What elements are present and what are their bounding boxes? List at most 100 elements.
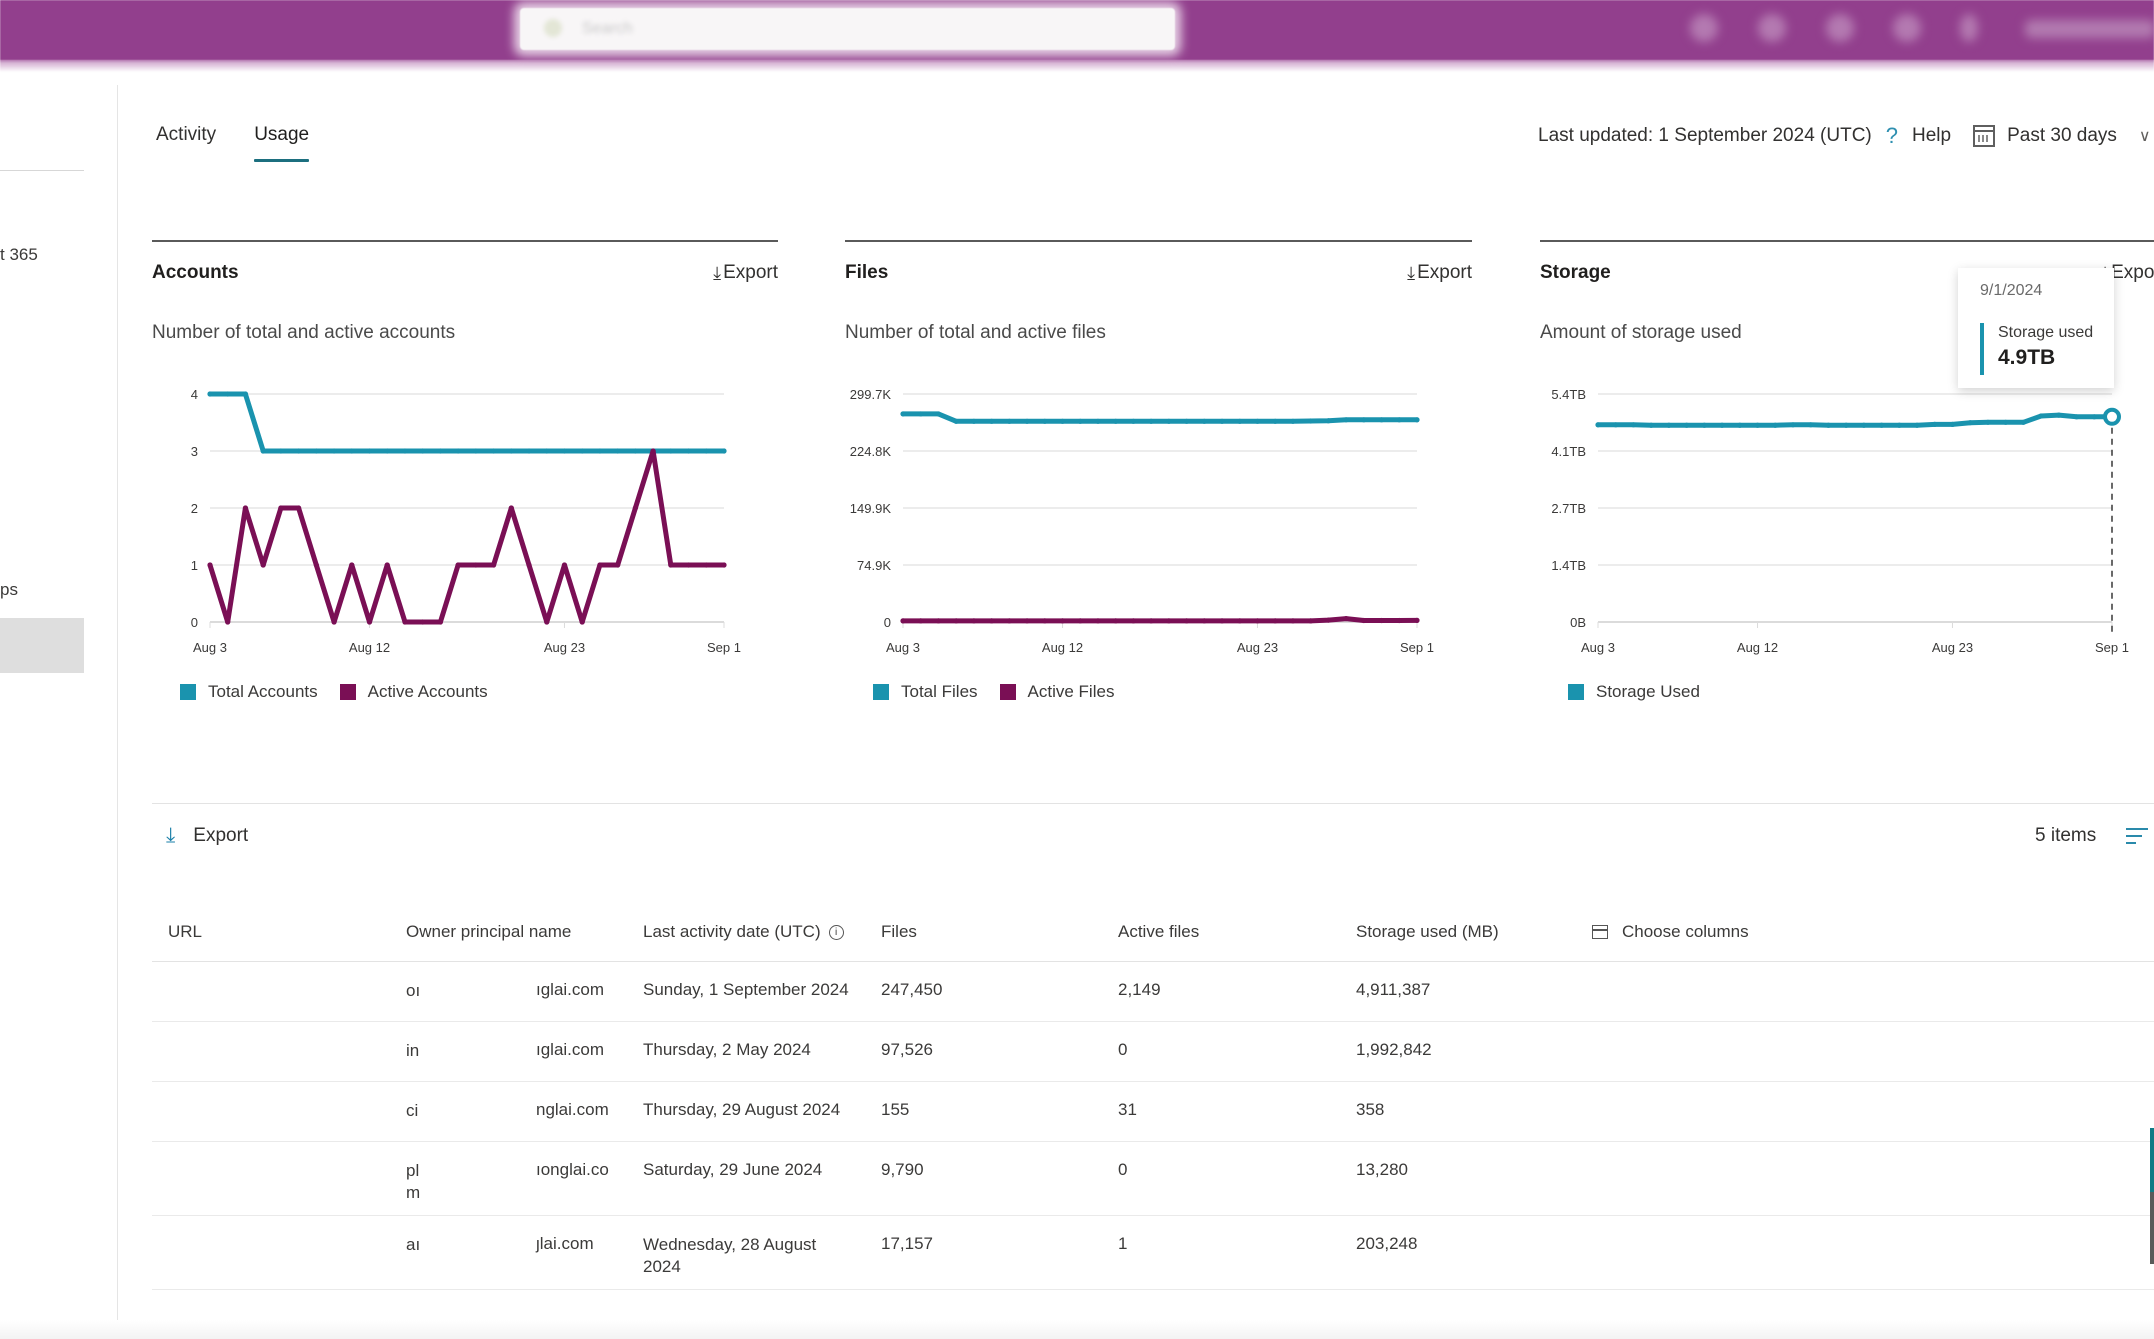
sidebar-item[interactable]: t 365	[0, 245, 38, 265]
table-row[interactable]: ci nglai.com Thursday, 29 August 2024 155 31…	[152, 1082, 2154, 1142]
y-tick-label: 4	[191, 387, 198, 402]
tab-activity[interactable]: Activity	[156, 124, 216, 162]
export-button[interactable]: ⤓Export	[1407, 262, 1472, 284]
sidebar-item[interactable]: ps	[0, 580, 18, 600]
help-icon[interactable]: ?	[1886, 123, 1898, 149]
legend-swatch	[873, 684, 889, 700]
card-rule	[1540, 240, 2154, 242]
data-point	[650, 448, 656, 454]
storage-chart: 0B 1.4TB 2.7TB 4.1TB 5.4TB Aug 3 Aug 12 Aug 23 S…	[1551, 387, 2129, 655]
data-point	[1042, 618, 1048, 624]
data-point	[331, 448, 337, 454]
data-point	[242, 505, 249, 511]
data-point	[1378, 417, 1385, 423]
app-icon[interactable]	[1690, 14, 1718, 42]
files-cell: 97,526	[881, 1040, 933, 1059]
data-point	[579, 448, 585, 454]
legend-item[interactable]: Active Files	[999, 682, 1115, 702]
export-button[interactable]: ⤓Export	[713, 262, 778, 284]
owner-cell-domain: ıglai.com	[536, 980, 605, 999]
table-export-button[interactable]: ⤓ Export	[166, 824, 248, 848]
active-files-cell: 0	[1118, 1160, 1128, 1179]
chart-legend: Storage Used	[1568, 682, 1700, 702]
tab-usage[interactable]: Usage	[254, 124, 309, 162]
filter-icon[interactable]	[2126, 828, 2148, 846]
search-box[interactable]: Search	[520, 8, 1175, 50]
data-point	[1254, 418, 1261, 424]
legend-item[interactable]: Active Accounts	[339, 682, 488, 702]
y-tick-label: 2	[191, 501, 198, 516]
data-point	[703, 562, 709, 568]
column-header-url[interactable]: URL	[168, 922, 202, 942]
data-point	[1006, 418, 1012, 424]
series-line-active-files	[900, 616, 1420, 624]
column-header-last-activity[interactable]: Last activity date (UTC) i	[643, 922, 844, 942]
data-point	[349, 448, 355, 454]
chevron-down-icon[interactable]: ∨	[2139, 126, 2151, 146]
choose-columns-button[interactable]: Choose columns	[1592, 922, 1749, 942]
data-point	[313, 562, 319, 568]
y-tick-label: 1.4TB	[1551, 558, 1586, 573]
card-title: Files	[845, 262, 889, 283]
data-point	[561, 448, 568, 454]
table-body: oı ıglai.com Sunday, 1 September 2024 247,4…	[152, 962, 2154, 1290]
active-files-cell: 31	[1118, 1100, 1137, 1119]
data-point	[1219, 618, 1225, 624]
data-point	[331, 619, 337, 625]
info-icon[interactable]: i	[828, 924, 844, 940]
active-files-cell: 1	[1118, 1234, 1128, 1253]
settings-icon[interactable]	[1826, 14, 1854, 42]
data-point	[1914, 422, 1920, 428]
table-row[interactable]: pl m ıonglai.co Saturday, 29 June 2024 9,79…	[152, 1142, 2154, 1216]
data-point	[1183, 618, 1190, 624]
series-line-total-accounts	[207, 391, 727, 454]
help-link[interactable]: Help	[1912, 125, 1951, 147]
column-header-active-files[interactable]: Active files	[1118, 922, 1199, 942]
legend-item[interactable]: Storage Used	[1568, 682, 1700, 702]
x-tick-label: Aug 3	[1581, 640, 1615, 655]
legend-label: Active Files	[1027, 682, 1115, 701]
data-point	[561, 562, 568, 568]
account-name[interactable]	[2025, 20, 2154, 38]
data-point	[260, 448, 266, 454]
column-header-storage[interactable]: Storage used (MB)	[1356, 922, 1499, 942]
data-point	[1414, 417, 1420, 423]
data-point	[668, 448, 674, 454]
files-cell: 155	[881, 1100, 910, 1119]
help-icon[interactable]	[1893, 14, 1921, 42]
legend-item[interactable]: Total Accounts	[180, 682, 318, 702]
legend-item[interactable]: Total Files	[873, 682, 978, 702]
data-point	[1684, 422, 1690, 428]
table-row[interactable]: aı ȷlai.com Wednesday, 28 August 2024 17,15…	[152, 1216, 2154, 1290]
data-point	[1059, 418, 1066, 424]
table-row[interactable]: oı ıglai.com Sunday, 1 September 2024 247,4…	[152, 962, 2154, 1022]
owner-cell: pl m	[406, 1161, 420, 1202]
data-point	[615, 562, 621, 568]
y-tick-label: 2.7TB	[1551, 501, 1586, 516]
data-point	[1308, 418, 1314, 424]
tab-bar: Activity Usage	[156, 124, 309, 162]
last-activity-cell: Sunday, 1 September 2024	[643, 980, 849, 999]
y-tick-label: 0	[884, 615, 891, 630]
data-point	[420, 448, 426, 454]
storage-cell: 1,992,842	[1356, 1040, 1432, 1059]
data-point	[1325, 418, 1331, 424]
export-label: Export	[723, 262, 778, 283]
column-header-owner[interactable]: Owner principal name	[406, 922, 571, 942]
data-point	[1290, 418, 1296, 424]
x-tick-label: Aug 3	[193, 640, 227, 655]
data-point	[278, 448, 284, 454]
data-point	[918, 618, 924, 624]
data-point	[544, 619, 550, 625]
column-header-files[interactable]: Files	[881, 922, 917, 942]
card-subtitle: Amount of storage used	[1540, 322, 1742, 343]
table-row[interactable]: in ıglai.com Thursday, 2 May 2024 97,526 0 1,…	[152, 1022, 2154, 1082]
chart-tooltip: 9/1/2024 Storage used 4.9TB	[1958, 268, 2114, 388]
column-label: Owner principal name	[406, 922, 572, 941]
notifications-icon[interactable]	[1758, 14, 1786, 42]
feedback-icon[interactable]	[1960, 14, 1978, 42]
scrollbar[interactable]	[2150, 1128, 2154, 1264]
data-point	[1343, 615, 1349, 622]
sidebar-item-selected[interactable]	[0, 618, 84, 673]
period-select[interactable]: Past 30 days	[2007, 125, 2117, 147]
